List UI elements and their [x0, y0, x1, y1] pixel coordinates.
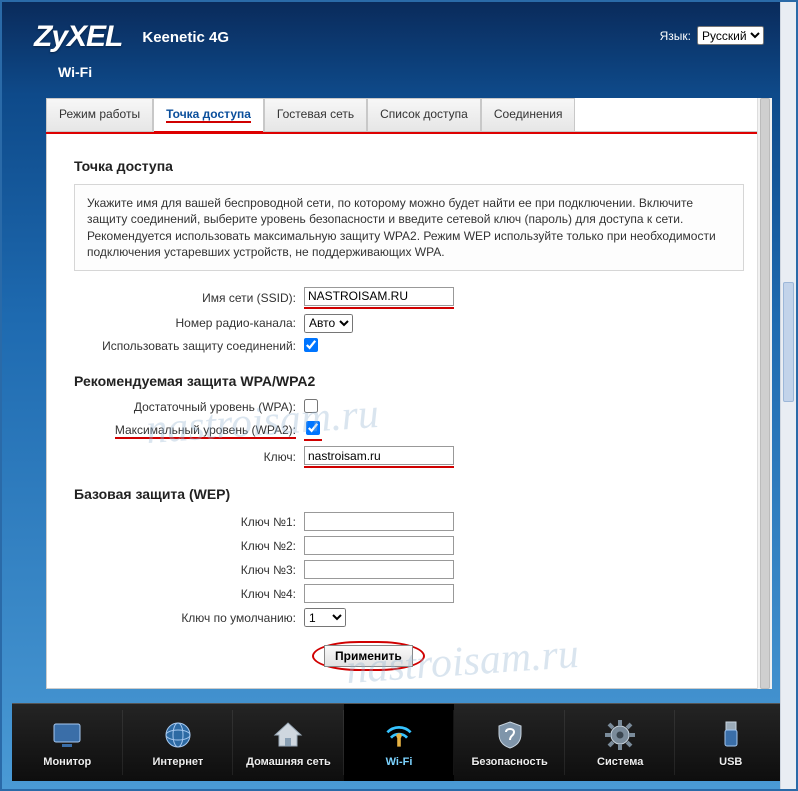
brand-logo: ZyXEL [34, 20, 122, 54]
wep-k3-label: Ключ №3: [74, 563, 304, 577]
wep-k4-label: Ключ №4: [74, 587, 304, 601]
window-body: ZyXEL Keenetic 4G Язык: Русский Wi-Fi Ре… [12, 6, 786, 781]
wpa-suff-checkbox[interactable] [304, 399, 318, 413]
gear-icon [603, 718, 637, 752]
nav-label: Монитор [43, 756, 91, 768]
outer-scrollbar[interactable] [780, 2, 796, 789]
usb-icon [714, 718, 748, 752]
panel-scrollbar[interactable] [757, 98, 772, 689]
wep-k1-label: Ключ №1: [74, 515, 304, 529]
language-select[interactable]: Русский [697, 26, 764, 45]
nav-label: Система [597, 756, 643, 768]
nav-label: Wi-Fi [386, 756, 413, 768]
page-subtitle: Wi-Fi [12, 64, 786, 86]
nav-label: USB [719, 756, 742, 768]
wep-k4-input[interactable] [304, 584, 454, 603]
tab-connections[interactable]: Соединения [481, 98, 576, 131]
section-description: Укажите имя для вашей беспроводной сети,… [74, 184, 744, 271]
wep-def-label: Ключ по умолчанию: [74, 611, 304, 625]
ssid-input[interactable] [304, 287, 454, 306]
tab-mode[interactable]: Режим работы [46, 98, 153, 131]
bottom-nav: Монитор Интернет Домашняя сеть Wi-Fi [12, 703, 786, 781]
wep-k1-input[interactable] [304, 512, 454, 531]
tab-bar: Режим работы Точка доступа Гостевая сеть… [46, 98, 772, 132]
nav-monitor[interactable]: Монитор [12, 704, 123, 781]
wep-def-select[interactable]: 1 [304, 608, 346, 627]
nav-wifi[interactable]: Wi-Fi [344, 704, 455, 781]
header: ZyXEL Keenetic 4G Язык: Русский [12, 6, 786, 64]
nav-security[interactable]: Безопасность [454, 704, 565, 781]
ssid-label: Имя сети (SSID): [74, 291, 304, 305]
nav-label: Домашняя сеть [246, 756, 331, 768]
channel-label: Номер радио-канала: [74, 316, 304, 330]
section-title: Точка доступа [74, 158, 744, 174]
wpa-suff-label: Достаточный уровень (WPA): [74, 400, 304, 414]
language-picker: Язык: Русский [660, 26, 764, 45]
nav-label: Безопасность [471, 756, 547, 768]
content-panel: Режим работы Точка доступа Гостевая сеть… [46, 98, 772, 689]
wep-k3-input[interactable] [304, 560, 454, 579]
wpa-title: Рекомендуемая защита WPA/WPA2 [74, 373, 744, 389]
nav-label: Интернет [152, 756, 203, 768]
nav-internet[interactable]: Интернет [123, 704, 234, 781]
house-icon [271, 718, 305, 752]
wep-title: Базовая защита (WEP) [74, 486, 744, 502]
tab-access-point[interactable]: Точка доступа [153, 98, 264, 131]
nav-usb[interactable]: USB [675, 704, 786, 781]
apply-button[interactable]: Применить [324, 645, 413, 667]
apply-highlight: Применить [312, 641, 425, 671]
protect-checkbox[interactable] [304, 338, 318, 352]
wpa-max-checkbox[interactable] [306, 421, 320, 435]
channel-select[interactable]: Авто [304, 314, 353, 333]
wep-k2-input[interactable] [304, 536, 454, 555]
nav-system[interactable]: Система [565, 704, 676, 781]
monitor-icon [50, 718, 84, 752]
tab-acl[interactable]: Список доступа [367, 98, 481, 131]
globe-icon [161, 718, 195, 752]
tab-guest[interactable]: Гостевая сеть [264, 98, 367, 131]
language-label: Язык: [660, 29, 691, 43]
wifi-icon [382, 718, 416, 752]
app-window: ZyXEL Keenetic 4G Язык: Русский Wi-Fi Ре… [0, 0, 798, 791]
wep-k2-label: Ключ №2: [74, 539, 304, 553]
model-name: Keenetic 4G [142, 20, 229, 56]
shield-icon [493, 718, 527, 752]
form-content: Точка доступа Укажите имя для вашей бесп… [46, 132, 772, 689]
protect-label: Использовать защиту соединений: [74, 339, 304, 353]
wpa-max-label: Максимальный уровень (WPA2): [74, 423, 304, 439]
wpa-key-input[interactable] [304, 446, 454, 465]
wpa-key-label: Ключ: [74, 450, 304, 464]
nav-home-network[interactable]: Домашняя сеть [233, 704, 344, 781]
